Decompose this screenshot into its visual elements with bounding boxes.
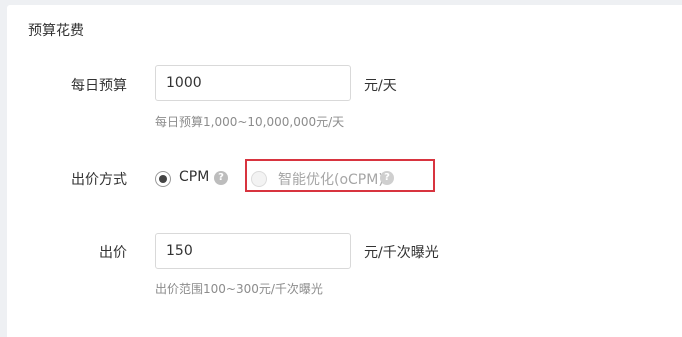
section-title: 预算花费 bbox=[28, 23, 84, 39]
ocpm-highlight-box bbox=[245, 159, 435, 192]
bid-method-label: 出价方式 bbox=[71, 172, 127, 188]
bid-label: 出价 bbox=[99, 245, 127, 261]
bid-input[interactable] bbox=[155, 233, 351, 269]
daily-budget-label: 每日预算 bbox=[71, 78, 127, 94]
cpm-radio[interactable] bbox=[155, 171, 171, 187]
daily-budget-hint: 每日预算1,000~10,000,000元/天 bbox=[155, 115, 345, 129]
daily-budget-input[interactable] bbox=[155, 65, 351, 101]
bid-unit: 元/千次曝光 bbox=[364, 245, 439, 261]
bid-hint: 出价范围100~300元/千次曝光 bbox=[155, 282, 323, 296]
cpm-radio-label: CPM bbox=[179, 169, 210, 185]
daily-budget-unit: 元/天 bbox=[364, 78, 397, 94]
cpm-help-icon[interactable]: ? bbox=[214, 171, 228, 185]
